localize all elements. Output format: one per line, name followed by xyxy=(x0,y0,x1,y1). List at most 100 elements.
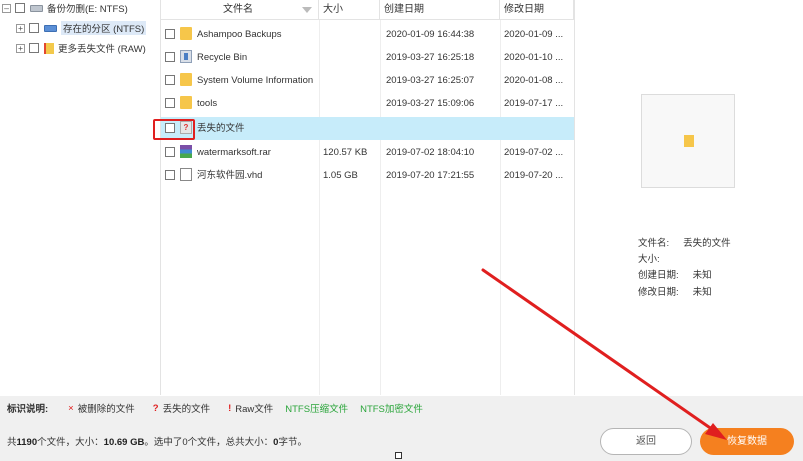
file-name: 丢失的文件 xyxy=(197,123,245,134)
status-file-count: 1190 xyxy=(16,437,38,448)
legend-deleted: 被删除的文件 xyxy=(77,404,135,415)
expand-icon[interactable]: + xyxy=(16,43,25,53)
column-header-name[interactable]: 文件名 xyxy=(161,0,319,20)
file-modified: 2019-07-20 ... xyxy=(504,170,564,181)
file-list-header: 文件名 大小 创建日期 修改日期 xyxy=(161,0,574,20)
tree-item-label: 备份勿删(E: NTFS) xyxy=(47,4,128,15)
file-created: 2019-03-27 15:09:06 xyxy=(386,98,475,109)
collapse-icon[interactable]: – xyxy=(2,3,11,13)
lost-mark-icon: ? xyxy=(152,402,159,414)
table-row[interactable]: watermarksoft.rar 120.57 KB 2019-07-02 1… xyxy=(161,141,574,164)
expand-icon[interactable]: + xyxy=(16,23,25,33)
file-created: 2019-07-02 18:04:10 xyxy=(386,147,475,158)
row-checkbox[interactable] xyxy=(165,98,175,108)
preview-modified-value: 未知 xyxy=(692,287,712,298)
legend-ntfs-encrypted: NTFS加密文件 xyxy=(360,404,423,415)
column-header-created[interactable]: 创建日期 xyxy=(380,0,500,20)
preview-size-label: 大小: xyxy=(638,254,660,265)
recover-data-button[interactable]: 恢复数据 xyxy=(700,428,794,455)
file-name: Recycle Bin xyxy=(197,52,248,63)
column-header-size[interactable]: 大小 xyxy=(319,0,380,20)
legend-raw: Raw文件 xyxy=(235,404,274,415)
folder-icon xyxy=(684,135,694,147)
file-modified: 2020-01-09 ... xyxy=(504,29,564,40)
file-name: watermarksoft.rar xyxy=(197,147,271,158)
preview-filename-value: 丢失的文件 xyxy=(683,238,731,249)
column-header-created-label: 创建日期 xyxy=(384,4,424,15)
table-row[interactable]: Recycle Bin 2019-03-27 16:25:18 2020-01-… xyxy=(161,46,574,69)
row-checkbox[interactable] xyxy=(165,29,175,39)
tree-item-existing-partition[interactable]: + 存在的分区 (NTFS) xyxy=(16,20,147,36)
lost-folder-icon xyxy=(44,42,54,54)
preview-modified: 修改日期: 未知 xyxy=(638,284,712,298)
folder-icon xyxy=(180,27,192,40)
row-checkbox[interactable] xyxy=(165,170,175,180)
file-size: 120.57 KB xyxy=(323,147,368,158)
file-list: 文件名 大小 创建日期 修改日期 Ashampoo Backups 2020-0… xyxy=(161,0,574,395)
partition-tree: – 备份勿删(E: NTFS) + 存在的分区 (NTFS) + 更多丢失文件 … xyxy=(0,0,161,395)
row-checkbox[interactable] xyxy=(165,147,175,157)
file-created: 2020-01-09 16:44:38 xyxy=(386,29,475,40)
status-summary: 共1190个文件，大小：10.69 GB。选中了0个文件，总共大小：0字节。 xyxy=(7,434,307,448)
sort-arrow-icon xyxy=(302,7,312,13)
status-size-label: 个文件，大小： xyxy=(37,437,104,448)
tree-item-backup-drive[interactable]: – 备份勿删(E: NTFS) xyxy=(2,0,128,16)
tree-checkbox[interactable] xyxy=(29,23,39,33)
table-row[interactable]: 河东软件园.vhd 1.05 GB 2019-07-20 17:21:55 20… xyxy=(161,164,574,187)
file-modified: 2020-01-08 ... xyxy=(504,75,564,86)
rar-archive-icon xyxy=(180,145,192,158)
file-modified: 2020-01-10 ... xyxy=(504,52,564,63)
preview-filename: 文件名: 丢失的文件 xyxy=(638,235,731,249)
tree-checkbox[interactable] xyxy=(29,43,39,53)
column-header-modified[interactable]: 修改日期 xyxy=(500,0,574,20)
folder-icon xyxy=(180,73,192,86)
document-icon xyxy=(180,168,192,181)
row-checkbox[interactable] xyxy=(165,75,175,85)
file-name: 河东软件园.vhd xyxy=(197,170,263,181)
column-header-size-label: 大小 xyxy=(323,4,343,15)
status-selected-suffix: 个文件，总共大小： xyxy=(187,437,274,448)
file-modified: 2019-07-17 ... xyxy=(504,98,564,109)
file-size: 1.05 GB xyxy=(323,170,358,181)
status-total-size: 10.69 GB xyxy=(103,437,145,448)
preview-created: 创建日期: 未知 xyxy=(638,267,712,281)
preview-size: 大小: xyxy=(638,251,660,265)
legend-ntfs-compressed: NTFS压缩文件 xyxy=(285,404,349,415)
file-modified: 2019-07-02 ... xyxy=(504,147,564,158)
preview-filename-label: 文件名: xyxy=(638,238,670,249)
preview-created-value: 未知 xyxy=(692,270,712,281)
recycle-bin-icon xyxy=(180,50,192,63)
folder-icon xyxy=(180,96,192,109)
file-name: Ashampoo Backups xyxy=(197,29,282,40)
tree-item-more-lost-files[interactable]: + 更多丢失文件 (RAW) xyxy=(16,40,146,56)
table-row[interactable]: System Volume Information 2019-03-27 16:… xyxy=(161,69,574,92)
drive-icon xyxy=(30,4,43,12)
file-name: System Volume Information xyxy=(197,75,314,86)
file-created: 2019-03-27 16:25:18 xyxy=(386,52,475,63)
back-button[interactable]: 返回 xyxy=(600,428,692,455)
status-prefix: 共 xyxy=(7,437,17,448)
preview-modified-label: 修改日期: xyxy=(638,287,679,298)
legend-lost: 丢失的文件 xyxy=(162,404,211,415)
row-checkbox[interactable] xyxy=(165,52,175,62)
tree-checkbox[interactable] xyxy=(15,3,25,13)
annotation-highlight-box xyxy=(153,119,195,140)
table-row[interactable]: Ashampoo Backups 2020-01-09 16:44:38 202… xyxy=(161,23,574,46)
table-row[interactable]: tools 2019-03-27 15:09:06 2019-07-17 ... xyxy=(161,92,574,115)
partition-icon xyxy=(44,24,57,32)
preview-created-label: 创建日期: xyxy=(638,270,679,281)
file-created: 2019-07-20 17:21:55 xyxy=(386,170,475,181)
cursor-marker xyxy=(395,452,402,459)
recovery-window: – 备份勿删(E: NTFS) + 存在的分区 (NTFS) + 更多丢失文件 … xyxy=(0,0,803,461)
legend-title: 标识说明: xyxy=(7,404,49,415)
table-row-selected[interactable]: ? 丢失的文件 xyxy=(161,117,574,140)
status-bytes-suffix: 字节。 xyxy=(278,437,307,448)
legend-bar: 标识说明: × 被删除的文件 ? 丢失的文件 ! Raw文件 NTFS压缩文件 … xyxy=(0,396,803,420)
file-name: tools xyxy=(197,98,218,109)
status-selected-prefix: 。选中了 xyxy=(144,437,183,448)
file-created: 2019-03-27 16:25:07 xyxy=(386,75,475,86)
deleted-mark-icon: × xyxy=(68,402,74,414)
raw-mark-icon: ! xyxy=(228,402,232,414)
tree-item-label: 存在的分区 (NTFS) xyxy=(61,21,147,35)
column-header-modified-label: 修改日期 xyxy=(504,4,544,15)
